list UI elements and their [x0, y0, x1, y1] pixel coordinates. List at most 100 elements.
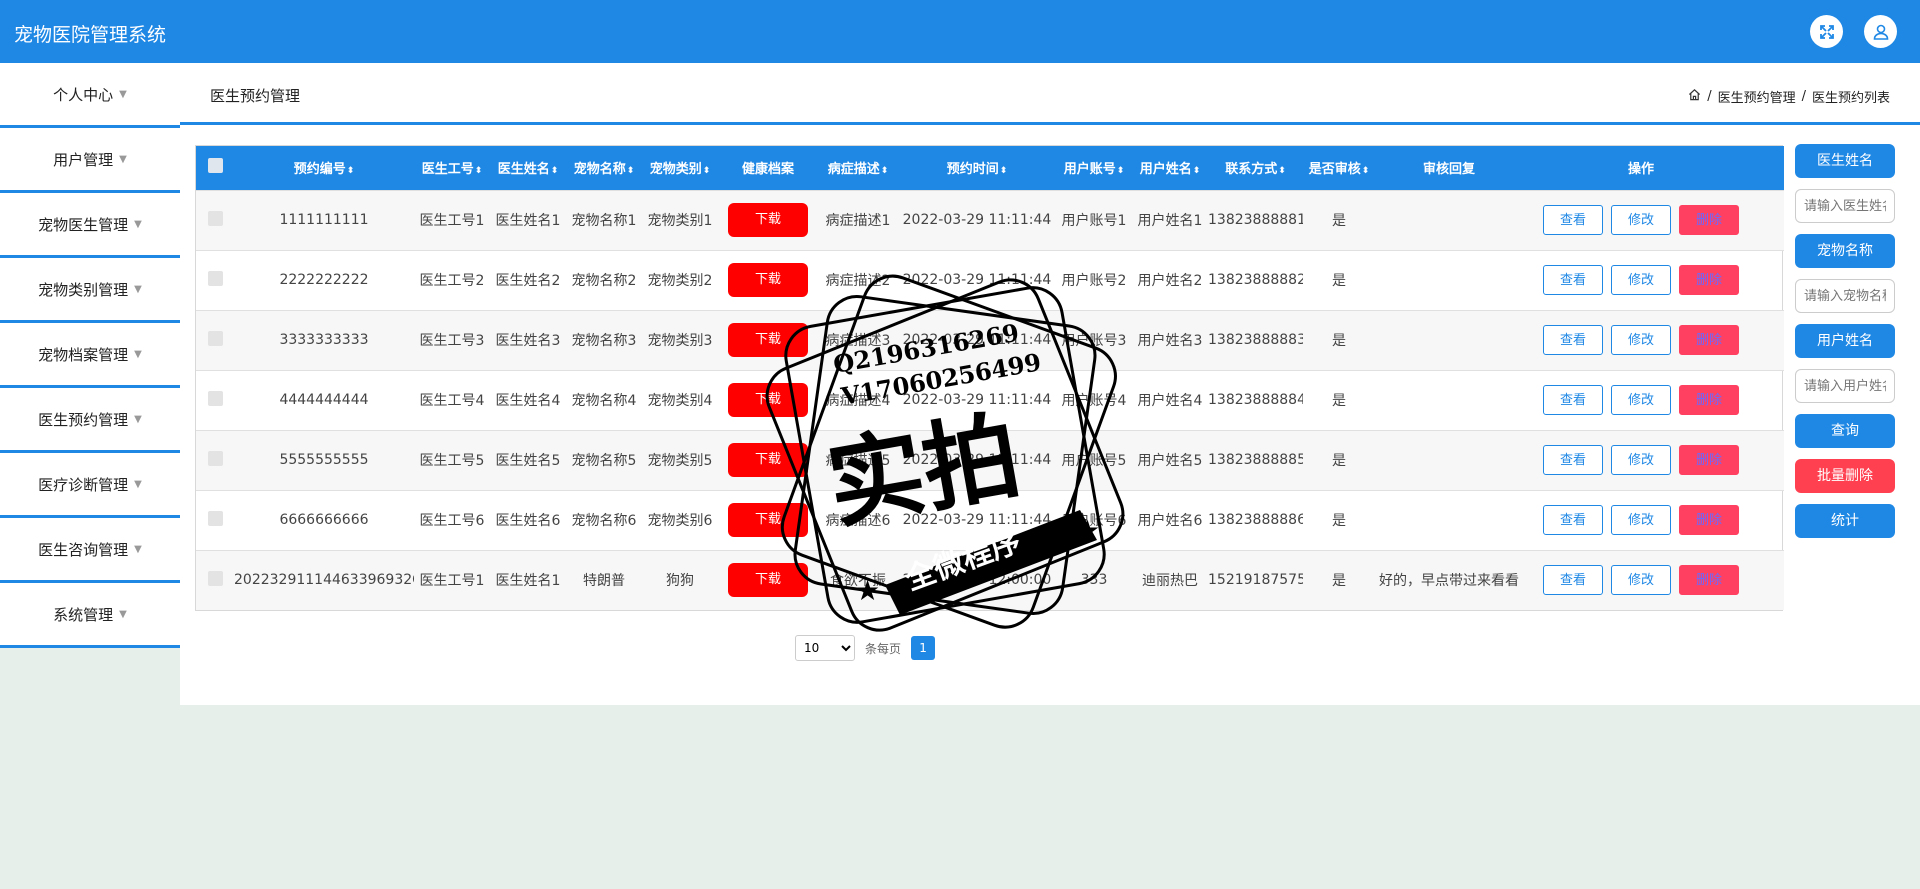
- column-header[interactable]: 是否审核⬍: [1303, 146, 1375, 190]
- column-header[interactable]: 宠物名称⬍: [566, 146, 642, 190]
- edit-button[interactable]: 修改: [1611, 325, 1671, 355]
- row-checkbox[interactable]: [207, 510, 223, 526]
- delete-button[interactable]: 删除: [1679, 325, 1739, 355]
- query-button[interactable]: 查询: [1795, 414, 1895, 448]
- sidebar-item-pet-record-management[interactable]: 宠物档案管理 ▼: [0, 323, 180, 388]
- cell-audited: 是: [1332, 273, 1346, 289]
- table-row[interactable]: 3333333333 医生工号3 医生姓名3 宠物名称3 宠物类别3 下载 病症…: [196, 310, 1784, 370]
- cell-pet-name: 特朗普: [583, 573, 625, 590]
- delete-button[interactable]: 删除: [1679, 505, 1739, 535]
- edit-button[interactable]: 修改: [1611, 445, 1671, 475]
- table-row[interactable]: 1111111111 医生工号1 医生姓名1 宠物名称1 宠物类别1 下载 病症…: [196, 190, 1784, 250]
- cell-symptom: 病症描述1: [825, 213, 891, 229]
- cell-doctor-name: 医生姓名5: [495, 453, 561, 469]
- view-button[interactable]: 查看: [1543, 205, 1603, 235]
- download-button[interactable]: 下载: [728, 203, 808, 237]
- cell-time: 2022-03-29 11:11:44: [902, 452, 1052, 468]
- cell-account: 用户账号3: [1061, 333, 1127, 349]
- table-row[interactable]: 6666666666 医生工号6 医生姓名6 宠物名称6 宠物类别6 下载 病症…: [196, 490, 1784, 550]
- column-header[interactable]: 用户姓名⬍: [1132, 146, 1208, 190]
- page-size-select[interactable]: 10: [795, 635, 855, 661]
- sidebar-item-pet-doctor-management[interactable]: 宠物医生管理 ▼: [0, 193, 180, 258]
- row-checkbox[interactable]: [207, 210, 223, 226]
- doctor-name-label-button[interactable]: 医生姓名: [1795, 144, 1895, 178]
- cell-symptom: 食欲不振: [830, 573, 886, 590]
- row-checkbox[interactable]: [207, 270, 223, 286]
- delete-button[interactable]: 删除: [1679, 265, 1739, 295]
- download-button[interactable]: 下载: [728, 563, 808, 598]
- statistics-button[interactable]: 统计: [1795, 504, 1895, 538]
- page-title: 医生预约管理: [210, 87, 301, 105]
- column-header[interactable]: 用户账号⬍: [1056, 146, 1132, 190]
- user-name-label-button[interactable]: 用户姓名: [1795, 324, 1895, 358]
- cell-symptom: 病症描述2: [825, 273, 891, 289]
- row-checkbox[interactable]: [207, 570, 223, 586]
- row-checkbox[interactable]: [207, 450, 223, 466]
- view-button[interactable]: 查看: [1543, 385, 1603, 415]
- batch-delete-button[interactable]: 批量删除: [1795, 459, 1895, 493]
- page-number-button[interactable]: 1: [911, 636, 936, 660]
- sidebar-item-diagnosis-management[interactable]: 医疗诊断管理 ▼: [0, 453, 180, 518]
- view-button[interactable]: 查看: [1543, 565, 1603, 596]
- row-checkbox[interactable]: [207, 330, 223, 346]
- edit-button[interactable]: 修改: [1611, 385, 1671, 415]
- sidebar-item-personal-center[interactable]: 个人中心 ▼: [0, 63, 180, 128]
- cell-phone: 13823888884: [1208, 392, 1303, 408]
- download-button[interactable]: 下载: [728, 263, 808, 297]
- sidebar-item-appointment-management[interactable]: 医生预约管理 ▼: [0, 388, 180, 453]
- download-button[interactable]: 下载: [728, 383, 808, 417]
- edit-button[interactable]: 修改: [1611, 565, 1671, 596]
- download-button[interactable]: 下载: [728, 503, 808, 537]
- download-button[interactable]: 下载: [728, 443, 808, 477]
- cell-symptom: 病症描述6: [825, 513, 891, 529]
- table-row[interactable]: 20223291114463396932O 医生工号1 医生姓名1 特朗普 狗狗…: [196, 550, 1784, 610]
- view-button[interactable]: 查看: [1543, 325, 1603, 355]
- delete-button[interactable]: 删除: [1679, 445, 1739, 475]
- breadcrumb-item: 医生预约列表: [1811, 91, 1890, 106]
- pet-name-label-button[interactable]: 宠物名称: [1795, 234, 1895, 268]
- column-header[interactable]: 病症描述⬍: [818, 146, 898, 190]
- view-button[interactable]: 查看: [1543, 505, 1603, 535]
- table-row[interactable]: 4444444444 医生工号4 医生姓名4 宠物名称4 宠物类别4 下载 病症…: [196, 370, 1784, 430]
- row-checkbox[interactable]: [207, 390, 223, 406]
- edit-button[interactable]: 修改: [1611, 505, 1671, 535]
- column-header[interactable]: 医生工号⬍: [414, 146, 490, 190]
- cell-audited: 是: [1332, 393, 1346, 409]
- column-header[interactable]: 预约编号⬍: [234, 146, 414, 190]
- edit-button[interactable]: 修改: [1611, 265, 1671, 295]
- table-row[interactable]: 5555555555 医生工号5 医生姓名5 宠物名称5 宠物类别5 下载 病症…: [196, 430, 1784, 490]
- column-header[interactable]: 预约时间⬍: [898, 146, 1056, 190]
- user-name-input[interactable]: [1795, 369, 1895, 403]
- sidebar-item-system-management[interactable]: 系统管理 ▼: [0, 583, 180, 648]
- fullscreen-icon[interactable]: [1810, 15, 1843, 48]
- cell-doctor-name: 医生姓名6: [495, 513, 561, 529]
- per-page-label: 条每页: [865, 641, 902, 656]
- sidebar-item-pet-type-management[interactable]: 宠物类别管理 ▼: [0, 258, 180, 323]
- download-button[interactable]: 下载: [728, 323, 808, 357]
- cell-reply: 好的，早点带过来看看: [1379, 573, 1519, 590]
- chevron-down-icon: ▼: [119, 153, 127, 165]
- select-all-checkbox[interactable]: [207, 158, 223, 174]
- pagination: 10 条每页 1: [795, 635, 936, 661]
- column-header[interactable]: 联系方式⬍: [1208, 146, 1303, 190]
- breadcrumb-item[interactable]: 医生预约管理: [1718, 87, 1796, 106]
- pet-name-input[interactable]: [1795, 279, 1895, 313]
- view-button[interactable]: 查看: [1543, 265, 1603, 295]
- view-button[interactable]: 查看: [1543, 445, 1603, 475]
- table-row[interactable]: 2222222222 医生工号2 医生姓名2 宠物名称2 宠物类别2 下载 病症…: [196, 250, 1784, 310]
- doctor-name-input[interactable]: [1795, 189, 1895, 223]
- edit-button[interactable]: 修改: [1611, 205, 1671, 235]
- cell-doctor-name: 医生姓名1: [495, 213, 561, 229]
- column-header[interactable]: 宠物类别⬍: [642, 146, 718, 190]
- cell-doctor-name: 医生姓名1: [495, 573, 561, 590]
- delete-button[interactable]: 删除: [1679, 385, 1739, 415]
- delete-button[interactable]: 删除: [1679, 205, 1739, 235]
- delete-button[interactable]: 删除: [1679, 565, 1739, 596]
- sidebar-item-user-management[interactable]: 用户管理 ▼: [0, 128, 180, 193]
- user-avatar-icon[interactable]: [1864, 15, 1897, 48]
- cell-account: 用户账号2: [1061, 273, 1127, 289]
- column-header[interactable]: 医生姓名⬍: [490, 146, 566, 190]
- home-icon[interactable]: [1688, 88, 1701, 105]
- sidebar-item-consultation-management[interactable]: 医生咨询管理 ▼: [0, 518, 180, 583]
- cell-pet-name: 宠物名称5: [571, 453, 637, 469]
